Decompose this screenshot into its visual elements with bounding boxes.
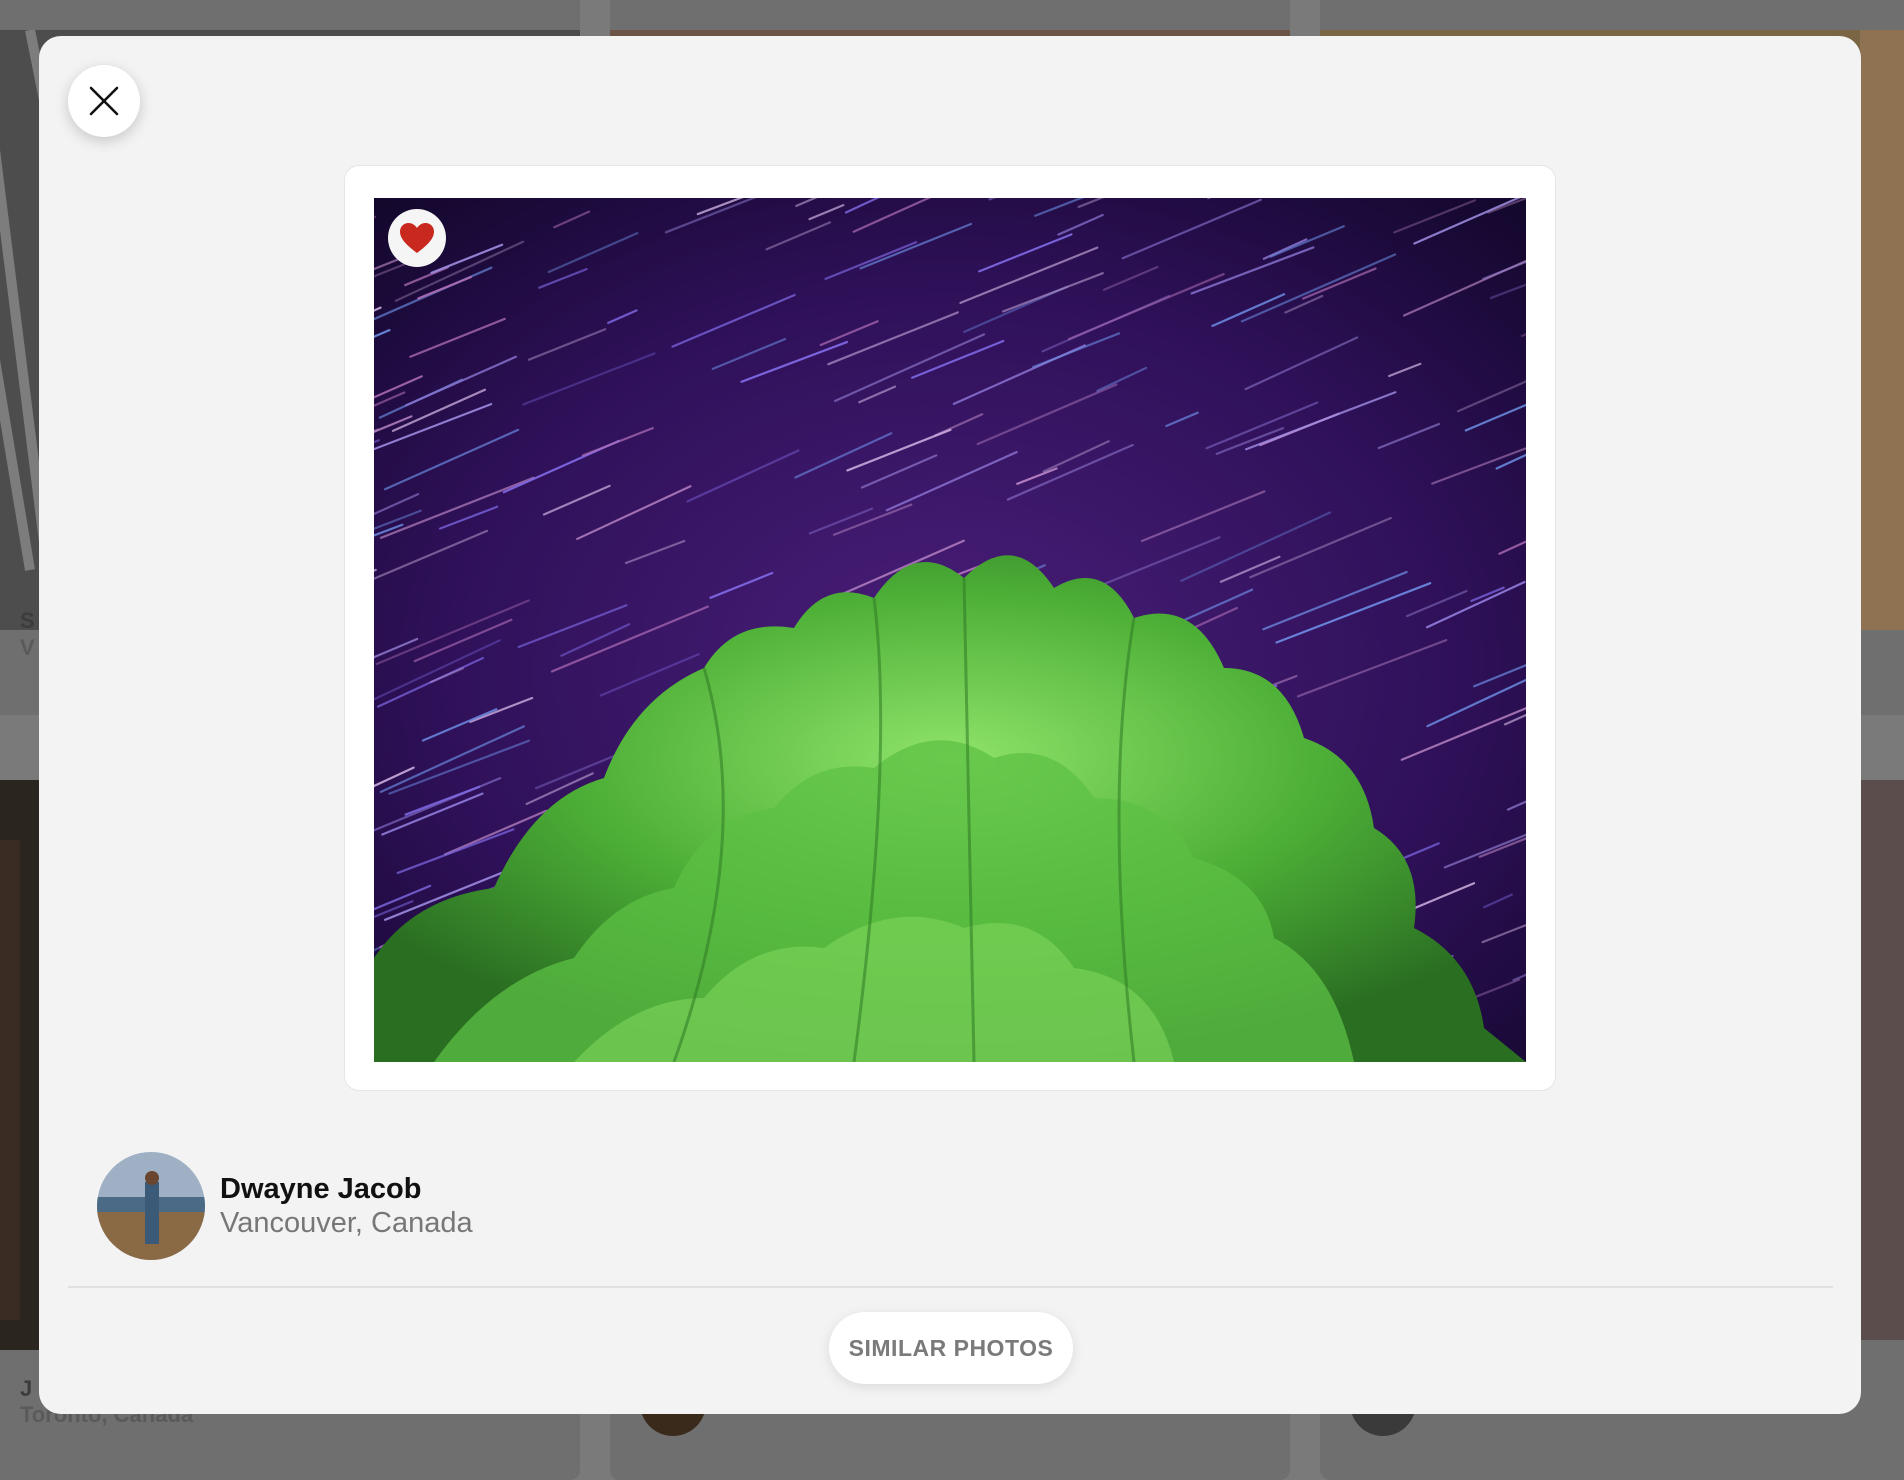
heart-icon (399, 222, 435, 254)
gallery-caption-name: J (20, 1376, 32, 1402)
gallery-caption-name: S (20, 608, 35, 634)
gallery-caption-location: V (20, 635, 35, 661)
avatar[interactable] (97, 1152, 205, 1260)
similar-photos-button[interactable]: SIMILAR PHOTOS (829, 1312, 1073, 1384)
photo-frame (345, 166, 1555, 1090)
close-icon (89, 86, 119, 116)
photo-startrail-tree[interactable] (374, 198, 1526, 1062)
close-button[interactable] (68, 65, 140, 137)
avatar-image (97, 1152, 205, 1260)
author-info: Dwayne Jacob Vancouver, Canada (97, 1151, 473, 1261)
author-name[interactable]: Dwayne Jacob (220, 1172, 473, 1206)
divider (68, 1286, 1833, 1288)
author-location: Vancouver, Canada (220, 1206, 473, 1240)
like-button[interactable] (388, 209, 446, 267)
photo-modal: Dwayne Jacob Vancouver, Canada SIMILAR P… (39, 36, 1861, 1414)
photo-image (374, 198, 1526, 1062)
